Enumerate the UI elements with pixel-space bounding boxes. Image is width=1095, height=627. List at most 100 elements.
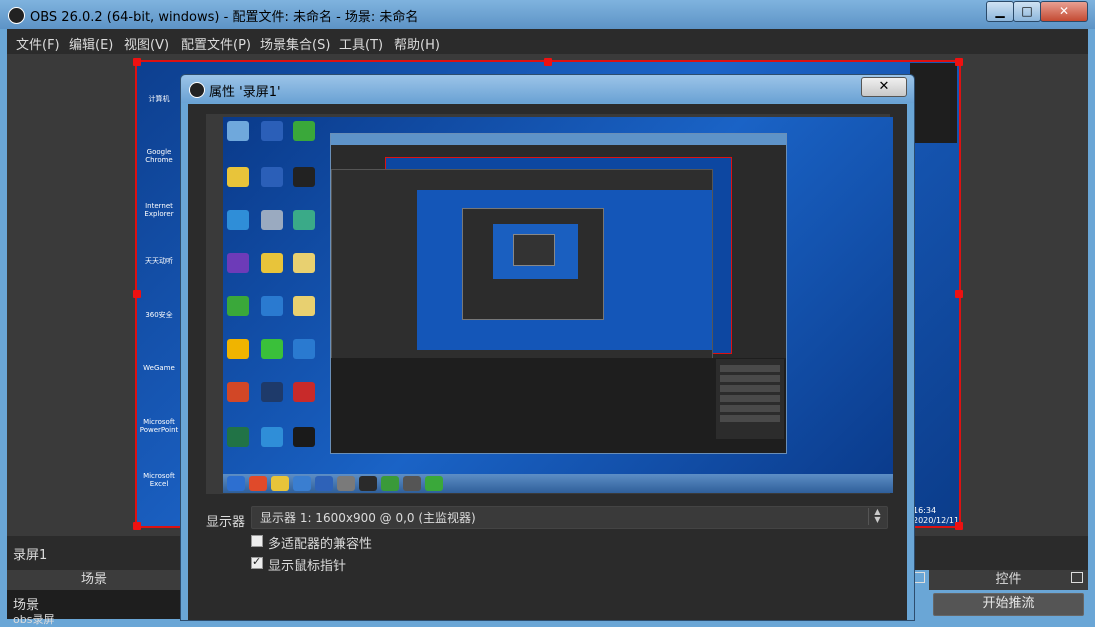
undock-icon[interactable] bbox=[1071, 572, 1083, 583]
close-button[interactable]: ✕ bbox=[1040, 1, 1088, 22]
steam-icon bbox=[293, 167, 315, 187]
desktop-icon-label: 360安全 bbox=[145, 311, 173, 319]
nested-dialog-preview bbox=[417, 190, 712, 350]
multi-adapter-compat-checkbox[interactable] bbox=[251, 535, 263, 547]
word-icon bbox=[261, 121, 283, 141]
captured-clock: 16:34 bbox=[913, 506, 937, 515]
browser-icon bbox=[261, 427, 283, 447]
taskbar-app-icon bbox=[337, 476, 355, 491]
excel-icon bbox=[227, 427, 249, 447]
taskbar-app-icon bbox=[359, 476, 377, 491]
desktop-icon-label: Microsoft PowerPoint bbox=[139, 418, 179, 434]
nested-obs-window bbox=[513, 234, 555, 266]
window-title: OBS 26.0.2 (64-bit, windows) - 配置文件: 未命名… bbox=[30, 10, 419, 25]
taskbar-app-icon bbox=[425, 476, 443, 491]
resize-handle[interactable] bbox=[955, 58, 963, 66]
display-select-value: 显示器 1: 1600x900 @ 0,0 (主监视器) bbox=[260, 511, 476, 525]
scene-item[interactable]: obs录屏 bbox=[13, 611, 54, 627]
capture-cursor-checkbox[interactable]: ✓ bbox=[251, 555, 263, 569]
select-arrows-icon[interactable]: ▲ ▼ bbox=[868, 508, 886, 525]
controls-dock-header: 控件 bbox=[929, 570, 1088, 590]
taskbar-app-icon bbox=[293, 476, 311, 491]
resize-handle[interactable] bbox=[133, 58, 141, 66]
powerpoint-icon bbox=[227, 382, 249, 402]
resize-handle[interactable] bbox=[955, 522, 963, 530]
desktop-icon-label: Internet Explorer bbox=[144, 202, 174, 218]
taskbar-app-icon bbox=[271, 476, 289, 491]
resize-handle[interactable] bbox=[133, 290, 141, 298]
app-icon bbox=[261, 253, 283, 273]
obs-icon bbox=[293, 427, 315, 447]
desktop-icon-label: Microsoft Excel bbox=[143, 472, 175, 488]
nested-control-button bbox=[720, 395, 780, 402]
internet-explorer-icon bbox=[227, 210, 249, 230]
obs-logo-icon bbox=[8, 7, 25, 24]
start-icon bbox=[227, 476, 245, 491]
multi-adapter-compat-label: 多适配器的兼容性 bbox=[268, 537, 373, 552]
dialog-title: 属性 '录屏1' bbox=[209, 85, 281, 100]
menu-view[interactable]: 视图(V) bbox=[124, 34, 169, 53]
menu-help[interactable]: 帮助(H) bbox=[394, 34, 440, 53]
media-player-icon bbox=[143, 230, 177, 256]
dialog-close-button[interactable]: ✕ bbox=[861, 77, 907, 97]
menu-scene-collection[interactable]: 场景集合(S) bbox=[260, 34, 330, 53]
desktop-icon-label: Google Chrome bbox=[145, 148, 173, 164]
computer-icon bbox=[227, 121, 249, 141]
recycle-bin-icon bbox=[261, 210, 283, 230]
display-select[interactable]: 显示器 1: 1600x900 @ 0,0 (主监视器) ▲ ▼ bbox=[251, 506, 888, 529]
resize-handle[interactable] bbox=[955, 290, 963, 298]
menu-tools[interactable]: 工具(T) bbox=[339, 34, 383, 53]
menu-file[interactable]: 文件(F) bbox=[16, 34, 60, 53]
nested-control-button bbox=[720, 405, 780, 412]
taskbar-app-icon bbox=[403, 476, 421, 491]
app-icon bbox=[293, 339, 315, 359]
source-name: 录屏1 bbox=[13, 548, 48, 563]
photoshop-icon bbox=[261, 382, 283, 402]
source-preview bbox=[206, 114, 893, 494]
nested-control-button bbox=[720, 385, 780, 392]
captured-date: 2020/12/11 bbox=[913, 516, 960, 525]
folder-icon bbox=[293, 253, 315, 273]
obs-logo-icon bbox=[189, 82, 205, 98]
folder-icon bbox=[293, 296, 315, 316]
app-icon bbox=[293, 121, 315, 141]
minimize-button[interactable]: ▁ bbox=[986, 1, 1014, 22]
desktop-icon-label: WeGame bbox=[143, 364, 175, 372]
powerpoint-icon bbox=[143, 392, 177, 418]
desktop-icon-label: 天天动听 bbox=[145, 257, 173, 265]
checkmark-icon: ✓ bbox=[252, 555, 262, 568]
taskbar-app-icon bbox=[249, 476, 267, 491]
nested-obs-window bbox=[462, 208, 604, 320]
taskbar-app-icon bbox=[381, 476, 399, 491]
scenes-list: 场景 obs录屏 bbox=[7, 590, 181, 626]
nested-controls bbox=[716, 359, 784, 439]
chevron-down-icon: ▼ bbox=[874, 515, 881, 524]
nested-control-button bbox=[720, 415, 780, 422]
app-icon bbox=[293, 382, 315, 402]
start-streaming-button[interactable]: 开始推流 bbox=[933, 593, 1084, 616]
internet-explorer-icon bbox=[143, 176, 177, 202]
app-icon bbox=[261, 296, 283, 316]
maximize-button[interactable]: □ bbox=[1013, 1, 1041, 22]
nested-obs-window bbox=[330, 133, 787, 454]
wps-icon bbox=[261, 167, 283, 187]
nested-control-button bbox=[720, 365, 780, 372]
menu-profile[interactable]: 配置文件(P) bbox=[181, 34, 251, 53]
dialog-body: 显示器 显示器 1: 1600x900 @ 0,0 (主监视器) ▲ ▼ 多适配… bbox=[188, 104, 907, 620]
scenes-dock-header: 场景 bbox=[7, 570, 181, 590]
preview-desktop bbox=[223, 117, 893, 493]
chrome-icon bbox=[143, 122, 177, 148]
title-bar: OBS 26.0.2 (64-bit, windows) - 配置文件: 未命名… bbox=[0, 0, 1095, 29]
nested-control-button bbox=[720, 375, 780, 382]
media-player-icon bbox=[227, 253, 249, 273]
chrome-icon bbox=[227, 167, 249, 187]
wegame-icon bbox=[227, 339, 249, 359]
captured-window bbox=[910, 63, 957, 143]
resize-handle[interactable] bbox=[544, 58, 552, 66]
menu-edit[interactable]: 编辑(E) bbox=[69, 34, 113, 53]
resize-handle[interactable] bbox=[133, 522, 141, 530]
desktop-icon-label: 计算机 bbox=[148, 95, 170, 103]
app-icon bbox=[293, 210, 315, 230]
menu-bar: 文件(F) 编辑(E) 视图(V) 配置文件(P) 场景集合(S) 工具(T) … bbox=[7, 29, 1088, 54]
computer-icon bbox=[143, 68, 177, 94]
